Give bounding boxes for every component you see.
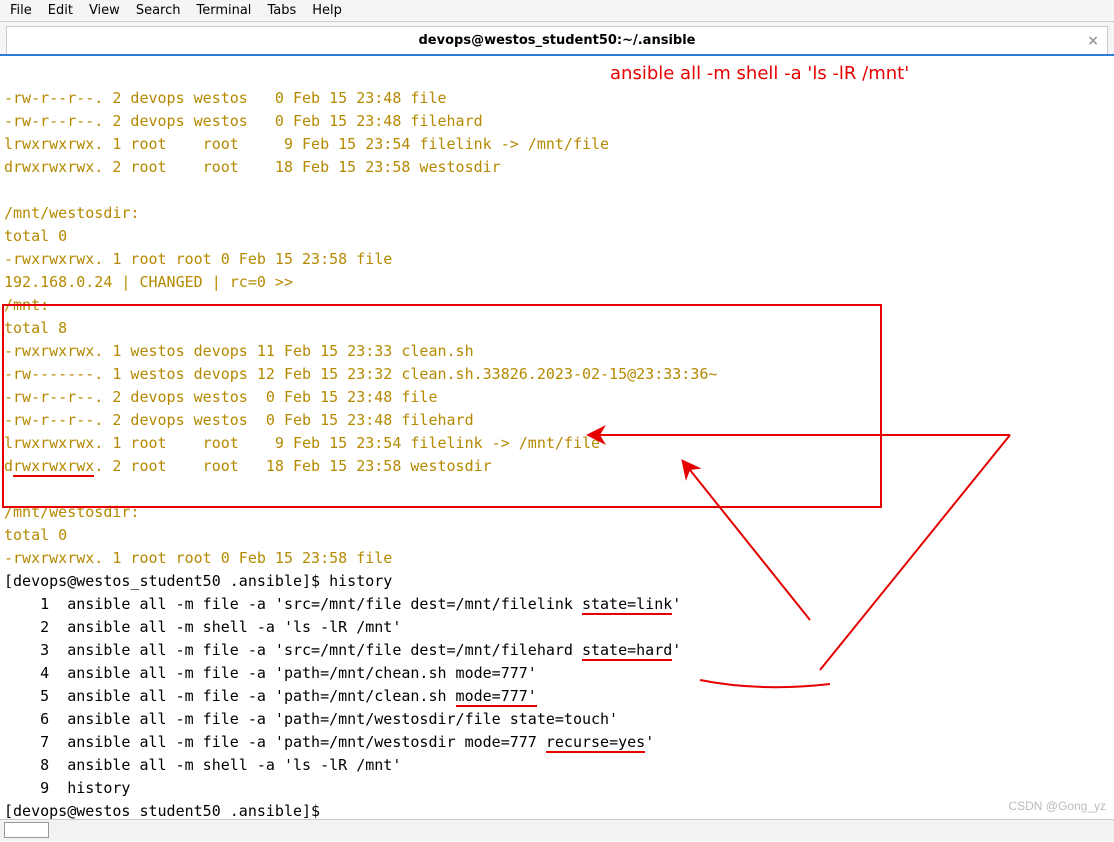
term-line: /mnt/westosdir: [4, 204, 139, 222]
menubar: File Edit View Search Terminal Tabs Help [0, 0, 1114, 22]
menu-tabs[interactable]: Tabs [267, 3, 296, 18]
history-line: 6 ansible all -m file -a 'path=/mnt/west… [4, 710, 618, 728]
history-line: 4 ansible all -m file -a 'path=/mnt/chea… [4, 664, 537, 682]
term-line: -rwxrwxrwx. 1 westos devops 11 Feb 15 23… [4, 342, 474, 360]
history-line: 8 ansible all -m shell -a 'ls -lR /mnt' [4, 756, 401, 774]
term-line: lrwxrwxrwx. 1 root root 9 Feb 15 23:54 f… [4, 135, 609, 153]
term-line: drwxrwxrwx. 2 root root 18 Feb 15 23:58 … [4, 457, 492, 477]
tab-title: devops@westos_student50:~/.ansible [419, 33, 696, 48]
term-line: -rw-r--r--. 2 devops westos 0 Feb 15 23:… [4, 112, 483, 130]
status-bar [0, 819, 1114, 841]
tab-current[interactable]: devops@westos_student50:~/.ansible × [6, 26, 1108, 54]
watermark: CSDN @Gong_yz [1008, 799, 1106, 813]
tab-close-button[interactable]: × [1087, 33, 1099, 49]
term-line: /mnt: [4, 296, 49, 314]
annotation-command: ansible all -m shell -a 'ls -lR /mnt' [610, 62, 909, 85]
term-line: /mnt/westosdir: [4, 503, 139, 521]
prompt: [devops@westos_student50 .ansible]$ [4, 802, 329, 820]
history-line: 1 ansible all -m file -a 'src=/mnt/file … [4, 595, 681, 615]
menu-search[interactable]: Search [136, 3, 181, 18]
term-line: total 0 [4, 227, 67, 245]
tabbar: devops@westos_student50:~/.ansible × [0, 22, 1114, 56]
menu-edit[interactable]: Edit [48, 3, 73, 18]
term-line: -rw-r--r--. 2 devops westos 0 Feb 15 23:… [4, 388, 437, 406]
menu-terminal[interactable]: Terminal [196, 3, 251, 18]
term-line: -rw-r--r--. 2 devops westos 0 Feb 15 23:… [4, 411, 474, 429]
term-line: total 8 [4, 319, 67, 337]
term-line: -rwxrwxrwx. 1 root root 0 Feb 15 23:58 f… [4, 250, 392, 268]
term-line: 192.168.0.24 | CHANGED | rc=0 >> [4, 273, 293, 291]
term-line: -rwxrwxrwx. 1 root root 0 Feb 15 23:58 f… [4, 549, 392, 567]
history-line: 9 history [4, 779, 130, 797]
thumb-icon [4, 822, 49, 838]
term-line: -rw-r--r--. 2 devops westos 0 Feb 15 23:… [4, 89, 447, 107]
history-line: 2 ansible all -m shell -a 'ls -lR /mnt' [4, 618, 401, 636]
history-line: 7 ansible all -m file -a 'path=/mnt/west… [4, 733, 654, 753]
menu-file[interactable]: File [10, 3, 32, 18]
term-line: drwxrwxrwx. 2 root root 18 Feb 15 23:58 … [4, 158, 501, 176]
menu-help[interactable]: Help [312, 3, 342, 18]
history-line: 3 ansible all -m file -a 'src=/mnt/file … [4, 641, 681, 661]
terminal-output[interactable]: -rw-r--r--. 2 devops westos 0 Feb 15 23:… [0, 56, 1114, 827]
term-line: total 0 [4, 526, 67, 544]
history-line: 5 ansible all -m file -a 'path=/mnt/clea… [4, 687, 537, 707]
term-line: lrwxrwxrwx. 1 root root 9 Feb 15 23:54 f… [4, 434, 600, 452]
menu-view[interactable]: View [89, 3, 120, 18]
prompt: [devops@westos_student50 .ansible]$ hist… [4, 572, 392, 590]
term-line: -rw-------. 1 westos devops 12 Feb 15 23… [4, 365, 717, 383]
